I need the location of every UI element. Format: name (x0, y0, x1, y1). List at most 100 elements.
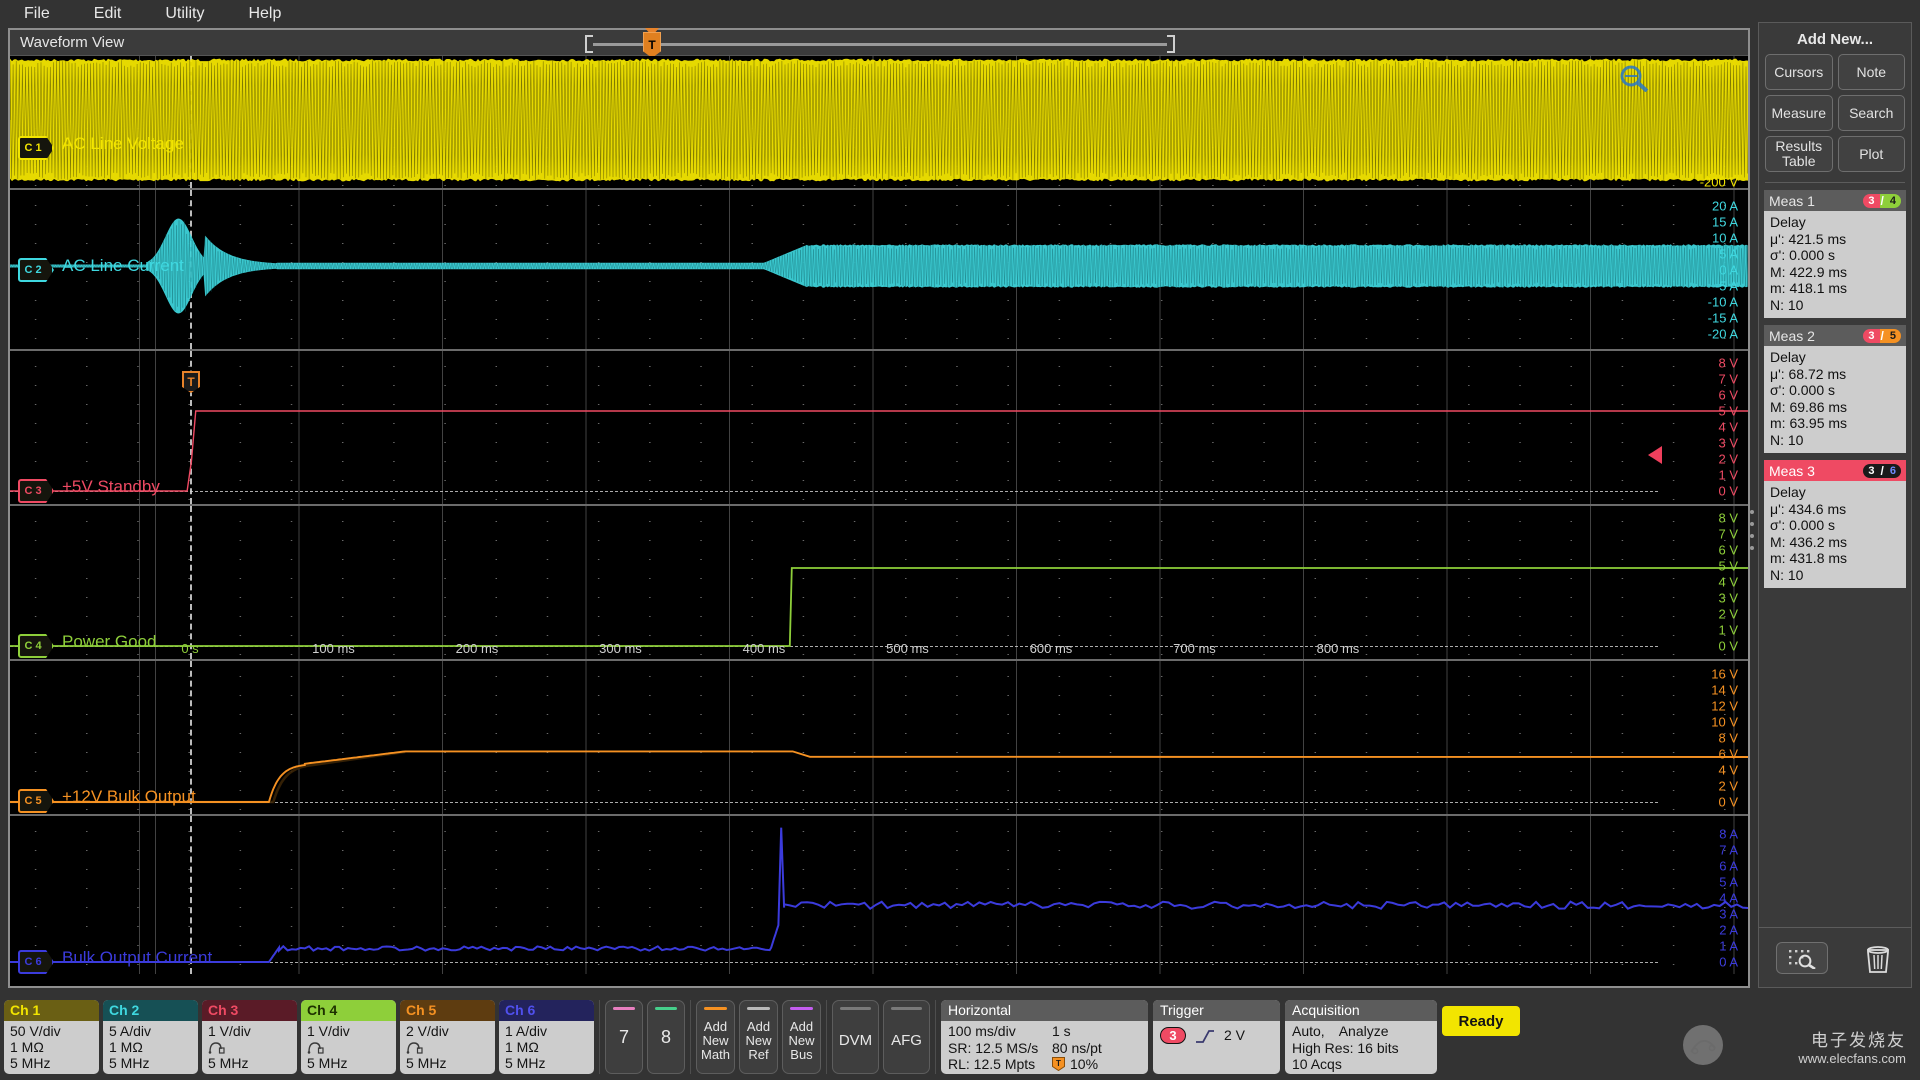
waveform-view[interactable]: Waveform View T C 1 AC Line Voltage -200… (8, 28, 1750, 988)
plot-slice-ch1[interactable]: C 1 AC Line Voltage -200 V (10, 56, 1748, 190)
acquisition-card[interactable]: Acquisition Auto, Analyze High Res: 16 b… (1285, 1000, 1437, 1074)
measurement-badge[interactable]: Meas 2 3/5 Delay μ': 68.72 ms σ': 0.000 s M: … (1764, 325, 1906, 454)
channel-vertical-scale: 1 V/div (208, 1023, 251, 1039)
channel-card-ch2[interactable]: Ch 25 A/div 1 MΩ 5 MHz (103, 1000, 198, 1074)
add-bus-button[interactable]: Add New Bus (782, 1000, 821, 1074)
measurement-stat: σ': 0.000 s (1770, 517, 1836, 534)
plot-slice-ch5[interactable]: C 5 +12V Bulk Output 16 V 14 V 12 V 10 V8 V… (10, 661, 1748, 816)
measurement-body: Delay μ': 434.6 ms σ': 0.000 s M: 436.2 ms m… (1764, 481, 1906, 589)
acquisition-mode: Auto, (1292, 1023, 1325, 1039)
measurement-name: Meas 1 (1769, 192, 1815, 209)
horizontal-resolution: 80 ns/pt (1052, 1039, 1102, 1056)
channel-color-bar (655, 1007, 677, 1010)
menu-item-help[interactable]: Help (234, 3, 295, 25)
add-search-button[interactable]: Search (1837, 95, 1905, 131)
zoom-area-icon[interactable] (1775, 941, 1828, 974)
measurement-source-badge: 3/4 (1863, 193, 1901, 208)
bottom-settings-bar: Ch 1 50 V/div 1 MΩ 5 MHz Ch 25 A/div 1 MΩ 5 MH… (0, 996, 1920, 1080)
add-measure-button[interactable]: Measure (1765, 95, 1833, 131)
measurement-type: Delay (1770, 349, 1806, 366)
menu-item-file[interactable]: File (10, 3, 64, 25)
status-badge[interactable]: Ready (1442, 1006, 1520, 1036)
afg-button[interactable]: AFG (883, 1000, 930, 1074)
measurement-badge[interactable]: Meas 3 3/6 Delay μ': 434.6 ms σ': 0.000 s M: … (1764, 460, 1906, 589)
plot-stack: C 1 AC Line Voltage -200 V C 2 AC Line C… (10, 56, 1748, 986)
channel-card-body: 50 V/div 1 MΩ 5 MHz (4, 1021, 99, 1072)
add-plot-button[interactable]: Plot (1837, 136, 1905, 172)
add-source-button-group: Add New Math Add New Ref Add New Bus (696, 1000, 825, 1074)
menu-item-utility[interactable]: Utility (151, 3, 218, 25)
channel-card-ch4[interactable]: Ch 4 1 V/div 5 MHz (301, 1000, 396, 1074)
plot-slice-ch2[interactable]: C 2 AC Line Current 20 A 15 A 10 A5 A0 A -5… (10, 190, 1748, 351)
channel-button-7[interactable]: 7 (605, 1000, 643, 1074)
channel-badge-c1-label: C 1 (24, 142, 42, 154)
horizontal-scale: 100 ms/div (948, 1023, 1016, 1039)
add-cursors-button[interactable]: Cursors (1765, 54, 1833, 90)
add-ref-button[interactable]: Add New Ref (739, 1000, 778, 1074)
channel-card-ch6[interactable]: Ch 61 A/div 1 MΩ 5 MHz (499, 1000, 594, 1074)
channel-label-c3: +5V Standby (62, 477, 160, 496)
instrument-button-label: DVM (838, 1031, 873, 1049)
channel-button-label: 8 (660, 1026, 671, 1047)
trace-path (10, 827, 1748, 963)
add-new-title: Add New... (1796, 31, 1874, 48)
source-color-bar (704, 1007, 727, 1010)
trace-path (10, 220, 1748, 312)
waveform-trace-ch2 (10, 218, 1748, 314)
trash-icon[interactable] (1861, 941, 1895, 975)
measurement-source: 5 (1884, 328, 1901, 343)
channel-bandwidth: 5 MHz (109, 1055, 150, 1072)
measurement-source-badge: 3/5 (1863, 328, 1901, 343)
channel-card-ch1[interactable]: Ch 1 50 V/div 1 MΩ 5 MHz (4, 1000, 99, 1074)
channel-offset-cursor-ch3[interactable] (1648, 446, 1662, 464)
acquisition-overview-bar[interactable]: T (585, 28, 1175, 58)
plot-slice-ch3[interactable]: T C 3 +5V Standby 8 V7 V6 V5 V4 V3 V2 V1… (10, 351, 1748, 506)
divider (690, 1000, 691, 1074)
overview-right-handle[interactable] (1167, 35, 1175, 53)
channel-bandwidth: 5 MHz (505, 1055, 546, 1072)
panel-resize-grip[interactable] (1750, 510, 1756, 550)
add-note-button[interactable]: Note (1837, 54, 1905, 90)
channel-card-body: 5 A/div 1 MΩ 5 MHz (103, 1021, 198, 1072)
channel-card-body: 2 V/div 5 MHz (400, 1021, 495, 1072)
source-color-bar (747, 1007, 770, 1010)
channel-button-8[interactable]: 8 (647, 1000, 685, 1074)
measurement-header[interactable]: Meas 1 3/4 (1764, 190, 1906, 211)
measurement-badge[interactable]: Meas 1 3/4 Delay μ': 421.5 ms σ': 0.000 s M: … (1764, 190, 1906, 319)
channel-card-group: Ch 1 50 V/div 1 MΩ 5 MHz Ch 25 A/div 1 MΩ 5 MH… (4, 1000, 598, 1074)
channel-badge-c4-label: C 4 (24, 640, 42, 652)
measurement-stat: m: 431.8 ms (1770, 550, 1848, 567)
measurement-header[interactable]: Meas 3 3/6 (1764, 460, 1906, 482)
horizontal-card[interactable]: Horizontal 100 ms/div 1 s SR: 12.5 MS/s … (941, 1000, 1148, 1074)
add-results-table-button[interactable]: Results Table (1765, 136, 1833, 172)
channel-label-c1: AC Line Voltage (62, 134, 184, 153)
extra-channel-button-group: 78 (605, 1000, 689, 1074)
channel-card-title: Ch 5 (400, 1000, 495, 1021)
watermark-url: www.elecfans.com (1798, 1051, 1906, 1066)
waveform-view-title: Waveform View (20, 34, 125, 51)
magnifier-icon[interactable] (1618, 64, 1652, 92)
instrument-button-label: AFG (891, 1031, 922, 1049)
right-sidebar: Add New... Cursors Note Measure Search R… (1758, 22, 1912, 988)
waveform-trace-ch1 (10, 58, 1748, 182)
add-button-label: Add New Ref (745, 1018, 772, 1063)
trigger-card-body: 3 2 V (1153, 1021, 1280, 1044)
trigger-position-marker[interactable]: T (643, 32, 661, 58)
dvm-button[interactable]: DVM (832, 1000, 879, 1074)
overview-left-handle[interactable] (585, 35, 593, 53)
acquisition-action: Analyze (1338, 1023, 1389, 1039)
channel-label-c6: Bulk Output Current (62, 948, 213, 967)
trigger-source-badge[interactable]: 3 (1160, 1027, 1186, 1044)
plot-slice-ch6[interactable]: C 6 Bulk Output Current 8 A7 A6 A5 A4 A3… (10, 816, 1748, 974)
measurement-header[interactable]: Meas 2 3/5 (1764, 325, 1906, 347)
plot-slice-ch4[interactable]: C 4 Power Good 8 V7 V6 V5 V4 V3 V2 V1 V0… (10, 506, 1748, 661)
trigger-card[interactable]: Trigger 3 2 V (1153, 1000, 1280, 1074)
probe-icon (208, 1042, 225, 1054)
add-math-button[interactable]: Add New Math (696, 1000, 735, 1074)
channel-card-ch3[interactable]: Ch 3 1 V/div 5 MHz (202, 1000, 297, 1074)
menu-item-edit[interactable]: Edit (80, 3, 136, 25)
trace-path (10, 410, 1748, 492)
channel-card-ch5[interactable]: Ch 5 2 V/div 5 MHz (400, 1000, 495, 1074)
acquisition-resolution: High Res: 16 bits (1292, 1039, 1399, 1056)
add-new-button-grid: Cursors Note Measure Search Results Tabl… (1759, 54, 1911, 180)
